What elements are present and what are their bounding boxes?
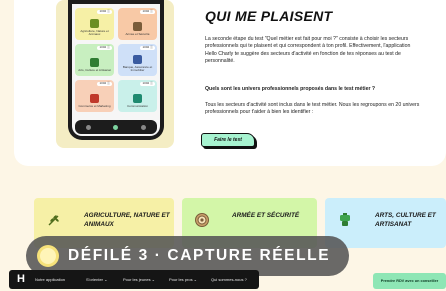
tile-score-badge: 1002 ⓘ [140, 45, 155, 50]
sector-glyph-icon [90, 94, 99, 104]
tile-label: Arts, Culture et Artisanat [78, 68, 111, 73]
sector-title: ARMÉE ET SÉCURITÉ [232, 212, 300, 219]
nav-item-pros[interactable]: Pour les pros ⌄ [169, 277, 197, 282]
tile-label: Banque, Assurance et Immobilier [122, 64, 153, 73]
sector-title: AGRICULTURE, NATURE ET ANIMAUX [84, 212, 170, 228]
sector-glyph-icon [90, 58, 99, 68]
tile-score-badge: 1002 ⓘ [140, 81, 155, 86]
sector-tile-grid: 1002 ⓘ Agriculture, Nature et Animaux 1002… [75, 8, 157, 112]
wheat-icon [48, 215, 59, 226]
nav-item-jeunes[interactable]: Pour les jeunes ⌄ [123, 277, 155, 282]
tile-score-badge: 1002 ⓘ [97, 81, 112, 86]
target-icon [195, 213, 209, 227]
phone-sector-tile[interactable]: 1002 ⓘ Armée et Sécurité [118, 8, 157, 40]
sector-glyph-icon [90, 18, 99, 28]
test-tab-icon [113, 124, 119, 130]
tile-label: Agriculture, Nature et Animaux [80, 28, 109, 37]
nav-item-orienter[interactable]: S'orienter ⌄ [86, 277, 107, 282]
logo[interactable]: H [17, 273, 25, 285]
tile-score-badge: 1002 ⓘ [97, 9, 112, 14]
status-dot-icon [40, 248, 56, 264]
phone-sector-tile[interactable]: 1002 ⓘ Communication [118, 80, 157, 112]
phone-screen: 1002 ⓘ Agriculture, Nature et Animaux 1002… [72, 4, 160, 136]
tile-score-badge: 1002 ⓘ [140, 9, 155, 14]
sector-card-arts[interactable]: ARTS, CULTURE ET ARTISANAT [325, 198, 446, 248]
book-appointment-button[interactable]: Prendre RDV avec un conseiller [373, 273, 446, 289]
phone-sector-tile[interactable]: 1002 ⓘ Banque, Assurance et Immobilier [118, 44, 157, 76]
nav-item-about[interactable]: Qui sommes-nous ? [211, 277, 247, 282]
question-heading: Quels sont les univers professionnels pr… [205, 86, 376, 92]
profile-tab-icon [140, 124, 146, 130]
section-heading: QUI ME PLAISENT [205, 8, 333, 24]
universes-paragraph: Tous les secteurs d'activité sont inclus… [205, 102, 420, 116]
phone-sector-tile[interactable]: 1002 ⓘ Arts, Culture et Artisanat [75, 44, 114, 76]
sector-glyph-icon [133, 54, 142, 64]
sector-title: ARTS, CULTURE ET ARTISANAT [375, 212, 436, 228]
take-test-button[interactable]: Faire le test [201, 133, 255, 147]
tile-score-badge: 1002 ⓘ [97, 45, 112, 50]
phone-tab-bar [75, 120, 157, 134]
phone-mockup: 1002 ⓘ Agriculture, Nature et Animaux 1002… [68, 0, 164, 140]
palette-icon [340, 213, 350, 226]
tile-label: Armée et Sécurité [125, 32, 150, 37]
tile-label: Communication [127, 104, 148, 109]
page: 1002 ⓘ Agriculture, Nature et Animaux 1002… [0, 0, 446, 291]
phone-sector-tile[interactable]: 1002 ⓘ Agriculture, Nature et Animaux [75, 8, 114, 40]
overlay-label: DÉFILÉ 3 · CAPTURE RÉELLE [68, 247, 331, 264]
nav-item-application[interactable]: Notre application [35, 277, 65, 282]
home-tab-icon [86, 124, 92, 130]
intro-paragraph: La seconde étape du test "Quel métier es… [205, 36, 411, 65]
bottom-nav-bar: H Notre application S'orienter ⌄ Pour le… [9, 270, 259, 289]
phone-sector-tile[interactable]: 1002 ⓘ Commerce et Marketing [75, 80, 114, 112]
sector-glyph-icon [133, 22, 142, 32]
sector-glyph-icon [133, 94, 142, 104]
tile-label: Commerce et Marketing [78, 104, 111, 109]
